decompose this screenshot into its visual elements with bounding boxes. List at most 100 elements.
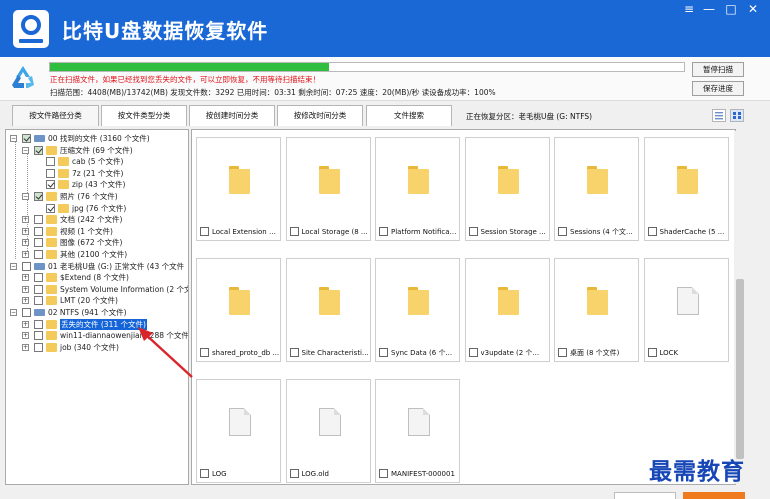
file-checkbox[interactable]: [468, 348, 478, 357]
folder-card[interactable]: ShaderCache (5 ...: [643, 137, 729, 241]
tab-by-created[interactable]: 按创建时间分类: [189, 105, 275, 126]
folder-card[interactable]: Sync Data (6 个...: [375, 258, 460, 362]
tree-checkbox[interactable]: [34, 238, 43, 248]
file-checkbox[interactable]: [468, 227, 478, 236]
expand-toggle-icon[interactable]: +: [22, 216, 29, 224]
folder-card[interactable]: Session Storage ...: [464, 137, 550, 241]
file-icon: [229, 408, 251, 436]
folder-card[interactable]: 桌面 (8 个文件): [554, 258, 639, 362]
file-card[interactable]: LOG.old: [285, 379, 371, 483]
expand-toggle-icon[interactable]: −: [10, 309, 17, 316]
file-checkbox[interactable]: [200, 227, 209, 236]
file-checkbox[interactable]: [200, 469, 209, 478]
maximize-button[interactable]: □: [722, 2, 740, 16]
expand-toggle-icon[interactable]: −: [22, 193, 29, 200]
file-card[interactable]: LOG: [196, 379, 281, 483]
tree-checkbox[interactable]: [46, 168, 55, 178]
tree-item-label: 文档 (242 个文件): [60, 215, 123, 225]
expand-toggle-icon[interactable]: +: [22, 332, 29, 340]
folder-card[interactable]: Site Characteristi...: [285, 258, 371, 362]
tree-item-label: 照片 (76 个文件): [60, 192, 118, 201]
expand-toggle-icon[interactable]: +: [22, 274, 29, 282]
expand-toggle-icon[interactable]: +: [22, 343, 29, 351]
tree-checkbox[interactable]: [22, 134, 31, 143]
tree-checkbox[interactable]: [46, 180, 55, 190]
tree-checkbox[interactable]: [22, 308, 31, 317]
file-checkbox[interactable]: [647, 227, 657, 236]
vertical-scrollbar[interactable]: [734, 131, 746, 484]
expand-toggle-icon[interactable]: +: [22, 239, 29, 247]
expand-toggle-icon[interactable]: +: [22, 320, 29, 328]
file-checkbox[interactable]: [647, 348, 657, 357]
tree-item-label: 00 找到的文件 (3160 个文件): [48, 134, 150, 143]
folder-card[interactable]: Local Storage (8 ...: [285, 137, 371, 241]
bottom-secondary-button[interactable]: [614, 492, 676, 499]
file-card[interactable]: MANIFEST-000001: [375, 379, 460, 483]
folder-icon: [497, 287, 519, 315]
watermark-text: 最需教育: [649, 458, 745, 485]
file-name: MANIFEST-000001: [391, 470, 455, 478]
tree-checkbox[interactable]: [34, 226, 43, 236]
tree-checkbox[interactable]: [46, 203, 55, 213]
file-checkbox[interactable]: [289, 227, 299, 236]
grid-view-icon[interactable]: [730, 109, 744, 122]
save-progress-button[interactable]: 保存进度: [692, 81, 744, 96]
tab-file-search[interactable]: 文件搜索: [366, 105, 452, 126]
folder-icon: [408, 166, 429, 194]
file-checkbox[interactable]: [289, 469, 299, 478]
scrollbar-thumb[interactable]: [736, 279, 744, 459]
tree-checkbox[interactable]: [22, 261, 31, 271]
folder-card[interactable]: v3update (2 个...: [464, 258, 550, 362]
folder-icon: [58, 168, 69, 178]
tree-item-label: LMT (20 个文件): [60, 296, 118, 306]
file-name: LOG: [212, 470, 227, 478]
file-checkbox[interactable]: [379, 348, 388, 357]
folder-card[interactable]: Local Extension S...: [196, 137, 281, 241]
file-name: Sync Data (6 个...: [391, 349, 453, 357]
expand-toggle-icon[interactable]: −: [10, 262, 17, 270]
tree-checkbox[interactable]: [34, 250, 43, 259]
expand-toggle-icon[interactable]: −: [22, 146, 29, 154]
tree-item-label: 7z (21 个文件): [72, 168, 124, 178]
file-checkbox[interactable]: [379, 469, 388, 478]
tree-checkbox[interactable]: [34, 215, 43, 225]
file-name: Local Storage (8 ...: [301, 228, 368, 236]
file-card[interactable]: LOCK: [643, 258, 729, 362]
file-checkbox[interactable]: [289, 348, 299, 357]
file-checkbox[interactable]: [558, 227, 567, 236]
tab-by-modified[interactable]: 按修改时间分类: [277, 105, 363, 126]
tree-checkbox[interactable]: [34, 273, 43, 283]
file-checkbox[interactable]: [558, 348, 567, 357]
expand-toggle-icon[interactable]: +: [22, 285, 29, 293]
folder-card[interactable]: shared_proto_db ...: [196, 258, 281, 362]
expand-toggle-icon[interactable]: +: [22, 251, 29, 258]
expand-toggle-icon[interactable]: +: [22, 227, 29, 235]
tree-checkbox[interactable]: [46, 157, 55, 167]
tab-by-path[interactable]: 按文件路径分类: [12, 105, 99, 126]
expand-toggle-icon[interactable]: +: [22, 297, 29, 305]
expand-toggle-icon[interactable]: −: [10, 135, 17, 142]
list-view-icon[interactable]: [712, 109, 726, 122]
menu-icon[interactable]: ≡: [680, 2, 698, 16]
scan-status-panel: 正在扫描文件，如果已经找到您丢失的文件，可以立即恢复，不用等待扫描结束！ 扫描范…: [0, 57, 770, 101]
minimize-button[interactable]: —: [700, 2, 718, 16]
bottom-recover-button[interactable]: [683, 492, 745, 499]
tab-by-type[interactable]: 按文件类型分类: [101, 105, 187, 126]
scan-warning-text: 正在扫描文件，如果已经找到您丢失的文件，可以立即恢复，不用等待扫描结束！: [50, 75, 320, 84]
tree-checkbox[interactable]: [34, 284, 43, 294]
folder-icon: [46, 192, 57, 201]
file-checkbox[interactable]: [379, 227, 388, 236]
file-name: shared_proto_db ...: [212, 349, 280, 357]
tree-checkbox[interactable]: [34, 296, 43, 306]
tree-checkbox[interactable]: [34, 192, 43, 201]
scan-progress-fill: [50, 63, 329, 71]
folder-card[interactable]: Sessions (4 个文...: [554, 137, 639, 241]
tree-checkbox[interactable]: [34, 319, 43, 329]
pause-scan-button[interactable]: 暂停扫描: [692, 62, 744, 77]
tree-checkbox[interactable]: [34, 342, 43, 352]
app-logo-icon: [13, 10, 49, 48]
tree-checkbox[interactable]: [34, 145, 43, 155]
close-button[interactable]: ✕: [744, 2, 762, 16]
folder-card[interactable]: Platform Notificati...: [375, 137, 460, 241]
tree-checkbox[interactable]: [34, 331, 43, 341]
